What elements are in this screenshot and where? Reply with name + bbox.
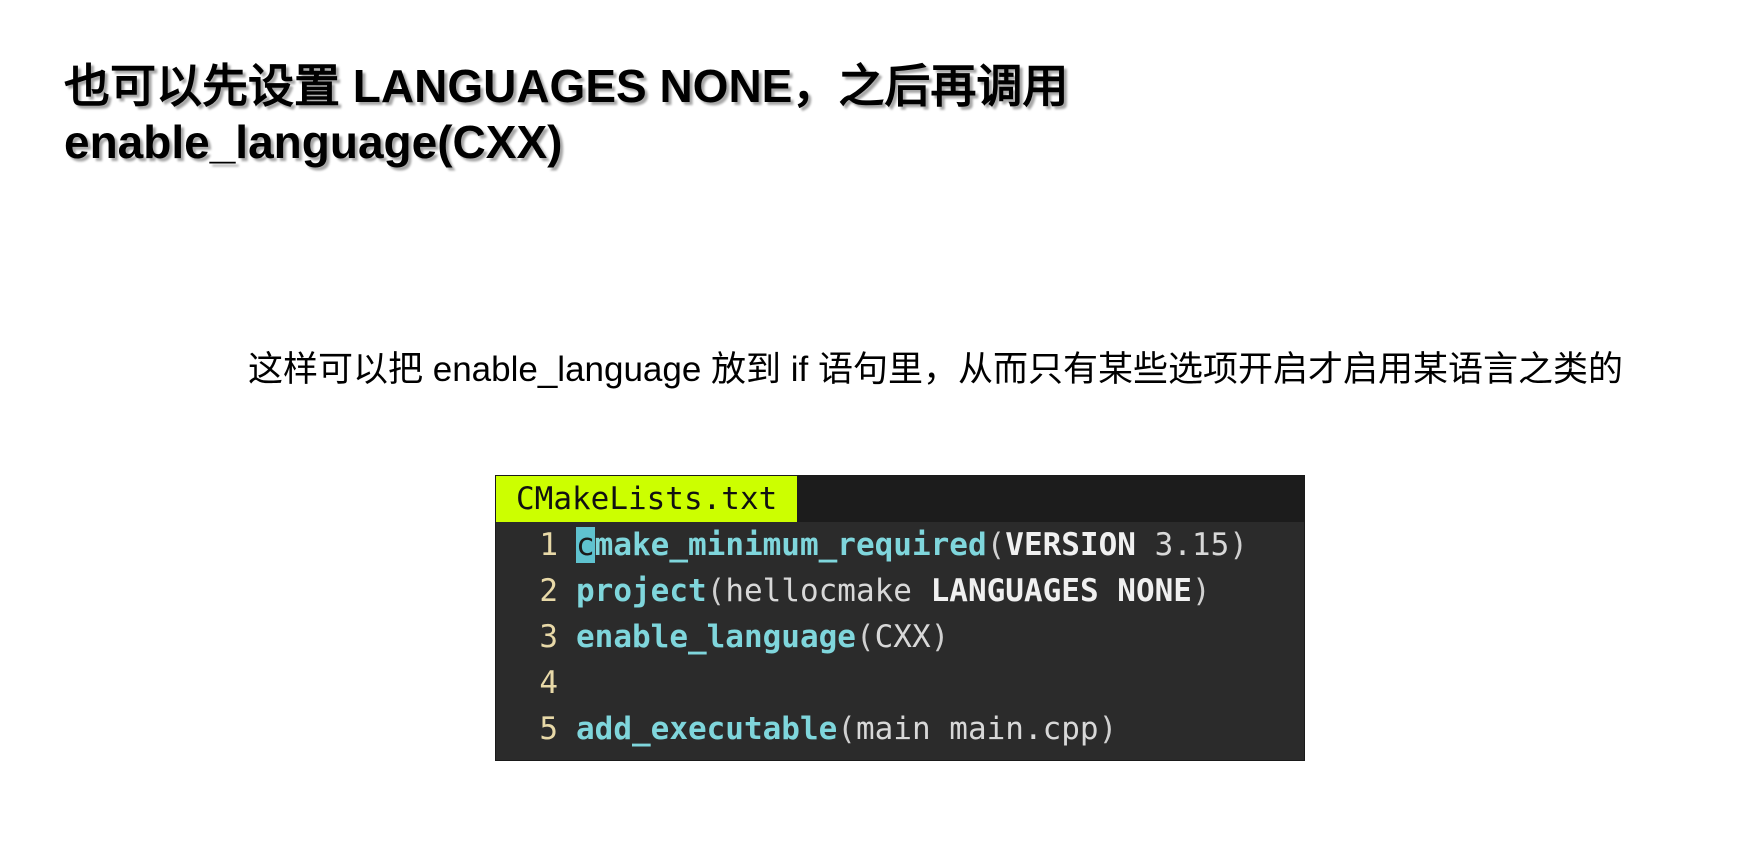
line-number: 3 (539, 619, 558, 655)
argument: 3.15 (1135, 527, 1230, 563)
slide-title: 也可以先设置 LANGUAGES NONE，之后再调用 enable_langu… (64, 58, 1684, 170)
close-paren: ) (930, 619, 950, 655)
close-paren: ) (1098, 711, 1118, 747)
slide-title-line-1: 也可以先设置 LANGUAGES NONE，之后再调用 (64, 60, 1069, 112)
command-name: add_executable (576, 711, 838, 747)
code-area[interactable]: 1 cmake_minimum_required(VERSION 3.15) 2p… (496, 522, 1304, 760)
command-name: project (576, 573, 707, 609)
code-line-2: 2 project(hellocmake LANGUAGES NONE) (496, 568, 1304, 614)
code-editor: CMakeLists.txt 1 cmake_minimum_required(V… (495, 475, 1305, 761)
code-line-4: 4 (496, 660, 1304, 706)
open-paren: ( (706, 573, 726, 609)
keyword: VERSION (1005, 527, 1136, 563)
line-number: 5 (539, 711, 558, 747)
slide-title-line-2: enable_language(CXX) (64, 116, 563, 168)
line-number: 1 (539, 527, 558, 563)
command-name: enable_language (576, 619, 856, 655)
line-number: 2 (539, 573, 558, 609)
tab-cmakelists[interactable]: CMakeLists.txt (496, 476, 798, 522)
open-paren: ( (837, 711, 856, 747)
close-paren: ) (1229, 527, 1248, 563)
text-cursor: c (576, 527, 595, 563)
explanation-text: 这样可以把 enable_language 放到 if 语句里，从而只有某些选项… (248, 350, 1624, 389)
command-name: make_minimum_required (594, 527, 987, 563)
argument: CXX (874, 619, 931, 655)
code-line-3: 3 enable_language(CXX) (496, 614, 1304, 660)
code-line-1: 1 cmake_minimum_required(VERSION 3.15) (496, 522, 1304, 568)
close-paren: ) (1191, 573, 1211, 609)
open-paren: ( (986, 527, 1006, 563)
editor-tab-bar: CMakeLists.txt (496, 476, 1304, 522)
line-number: 4 (539, 665, 558, 701)
argument: main main.cpp (855, 711, 1099, 747)
argument: hellocmake (725, 573, 931, 609)
open-paren: ( (855, 619, 875, 655)
keyword: LANGUAGES NONE (930, 573, 1192, 609)
code-line-5: 5 add_executable(main main.cpp) (496, 706, 1304, 752)
